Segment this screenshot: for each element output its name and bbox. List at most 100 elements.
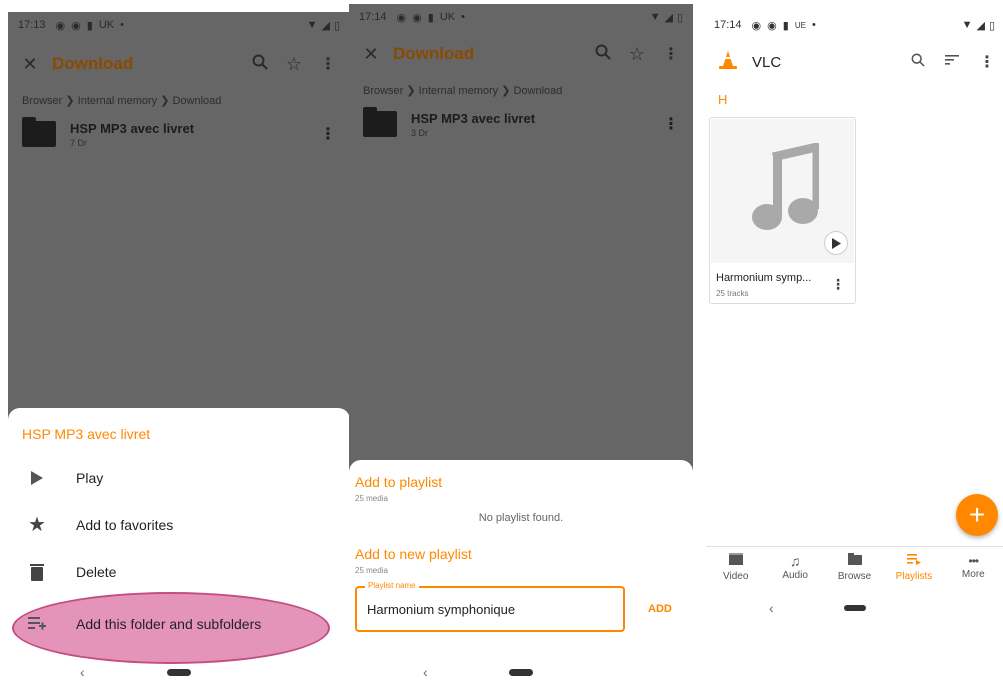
wifi-icon: ▼ <box>649 11 661 23</box>
toolbar-actions: ☆ ⋮ <box>252 54 350 75</box>
close-icon[interactable]: ✕ <box>349 44 393 65</box>
battery-icon: ▯ <box>333 19 340 32</box>
screen-add-to-playlist: 17:14 ◉ ◉ ▮ UK • ▼ ◢ ▯ ✕ Download ☆ ⋮ Br… <box>349 4 693 692</box>
playlist-name-field[interactable]: Playlist name Harmonium symphonique <box>355 581 625 632</box>
folder-more-icon[interactable]: ⋮ <box>663 114 679 134</box>
favorite-star-icon[interactable]: ☆ <box>629 44 645 65</box>
status-time: 17:14 <box>359 11 387 23</box>
folder-count: 3 Dr <box>411 127 429 138</box>
screen-vlc-playlists: 17:14 ◉ ◉ ▮ UE • ▼ ◢ ▯ VLC ⋮ H Harmonium… <box>706 12 1003 694</box>
status-bar: 17:14 ◉ ◉ ▮ UK • ▼ ◢ ▯ <box>349 4 693 30</box>
context-bottom-sheet: HSP MP3 avec livret Play ★ Add to favori… <box>8 408 350 692</box>
playlist-card[interactable]: Harmonium symp... 25 tracks ⋮ <box>709 117 856 304</box>
battery-icon: ▯ <box>988 19 995 32</box>
new-playlist-subtitle: 25 media <box>355 566 388 575</box>
system-nav-bar: ‹ <box>349 652 693 692</box>
system-nav-bar: ‹ <box>706 596 1003 620</box>
menu-item-add-favorites[interactable]: ★ Add to favorites <box>8 501 350 548</box>
nav-audio[interactable]: ♫ Audio <box>765 547 824 588</box>
home-pill[interactable] <box>843 605 866 611</box>
page-title: Download <box>393 44 475 63</box>
favorite-star-icon[interactable]: ☆ <box>286 54 302 75</box>
breadcrumb[interactable]: Browser ❯ Internal memory ❯ Download <box>22 94 221 107</box>
sim-label: UK <box>439 11 456 23</box>
search-icon[interactable] <box>911 53 925 72</box>
youtube-icon: ▮ <box>86 19 93 32</box>
overflow-menu-icon[interactable]: ⋮ <box>663 44 679 64</box>
battery-icon: ▯ <box>676 11 683 24</box>
notification-icons: ◉ ◉ ▮ UK • <box>397 11 465 24</box>
more-icon: ••• <box>968 553 980 568</box>
app-title: VLC <box>752 53 782 71</box>
nav-label: Playlists <box>895 571 933 582</box>
page-title: Download <box>52 54 134 73</box>
system-icons: ▼ ◢ ▯ <box>962 19 995 32</box>
add-fab-button[interactable]: + <box>956 494 998 536</box>
folder-row[interactable]: HSP MP3 avec livret 7 Dr ⋮ <box>22 112 336 156</box>
menu-item-label: Add to favorites <box>76 516 174 533</box>
music-note-icon <box>747 141 822 238</box>
trash-icon <box>26 561 48 583</box>
folder-row[interactable]: HSP MP3 avec livret 3 Dr ⋮ <box>363 102 679 146</box>
nav-video[interactable]: Video <box>706 547 765 588</box>
close-icon[interactable]: ✕ <box>8 54 52 75</box>
nav-more[interactable]: ••• More <box>944 547 1003 588</box>
menu-item-label: Delete <box>76 563 117 580</box>
playlist-name-input[interactable]: Harmonium symphonique <box>367 602 515 617</box>
audio-icon: ♫ <box>789 552 801 569</box>
add-button[interactable]: ADD <box>648 603 672 615</box>
breadcrumb[interactable]: Browser ❯ Internal memory ❯ Download <box>363 84 562 97</box>
new-playlist-title: Add to new playlist <box>355 546 472 562</box>
home-pill[interactable] <box>167 668 191 676</box>
toolbar: ✕ Download ☆ ⋮ <box>349 34 693 74</box>
play-button[interactable] <box>824 231 848 255</box>
folder-more-icon[interactable]: ⋮ <box>320 124 336 144</box>
section-header: H <box>718 92 728 107</box>
nav-label: Video <box>723 571 749 582</box>
menu-item-add-folder-subfolders[interactable]: Add this folder and subfolders <box>8 589 350 664</box>
folder-icon <box>363 107 397 137</box>
playlist-more-icon[interactable]: ⋮ <box>831 276 845 293</box>
back-icon[interactable]: ‹ <box>423 664 428 680</box>
back-icon[interactable]: ‹ <box>80 664 85 680</box>
screen-browse-context-menu: 17:13 ◉ ◉ ▮ UK • ▼ ◢ ▯ ✕ Download ☆ ⋮ Br… <box>8 12 350 692</box>
wifi-icon: ▼ <box>961 19 973 31</box>
dot-icon: • <box>811 19 816 31</box>
playlist-title: Harmonium symp... <box>716 272 812 284</box>
playlist-track-count: 25 tracks <box>716 289 749 298</box>
sheet-menu: Play ★ Add to favorites Delete Add this … <box>8 454 350 664</box>
folder-icon <box>22 117 56 147</box>
menu-item-play[interactable]: Play <box>8 454 350 501</box>
nav-browse[interactable]: Browse <box>825 547 884 588</box>
overflow-menu-icon[interactable]: ⋮ <box>320 54 336 74</box>
empty-state-text: No playlist found. <box>478 512 564 524</box>
wifi-icon: ▼ <box>306 19 318 31</box>
system-nav-bar: ‹ <box>8 652 350 692</box>
facebook-icon: ◉ <box>396 11 407 24</box>
bottom-navigation: Video ♫ Audio Browse Playlists ••• More <box>706 546 1003 588</box>
menu-item-label: Play <box>76 469 104 486</box>
folder-text: HSP MP3 avec livret 7 Dr <box>70 121 194 148</box>
home-pill[interactable] <box>509 668 533 676</box>
toolbar: ✕ Download ☆ ⋮ <box>8 44 350 84</box>
sort-icon[interactable] <box>945 53 959 71</box>
notification-icons: ◉ ◉ ▮ UK • <box>56 19 124 32</box>
sheet-title: Add to playlist <box>355 474 443 490</box>
folder-name: HSP MP3 avec livret <box>411 110 536 126</box>
nav-label: Browse <box>837 571 872 582</box>
search-icon[interactable] <box>595 44 611 65</box>
folder-count: 7 Dr <box>70 137 88 148</box>
folder-name: HSP MP3 avec livret <box>70 120 195 136</box>
sheet-title: HSP MP3 avec livret <box>22 426 151 442</box>
back-icon[interactable]: ‹ <box>769 600 774 616</box>
system-icons: ▼ ◢ ▯ <box>650 11 683 24</box>
search-icon[interactable] <box>252 54 268 75</box>
menu-item-delete[interactable]: Delete <box>8 548 350 595</box>
add-to-playlist-sheet: Add to playlist 25 media No playlist fou… <box>349 460 693 692</box>
nav-playlists[interactable]: Playlists <box>884 547 943 588</box>
notification-icons: ◉ ◉ ▮ UE • <box>752 19 816 32</box>
app-bar-actions: ⋮ <box>911 52 1003 72</box>
overflow-menu-icon[interactable]: ⋮ <box>979 52 995 72</box>
star-icon: ★ <box>28 514 46 536</box>
pinterest-icon: ◉ <box>767 19 777 32</box>
